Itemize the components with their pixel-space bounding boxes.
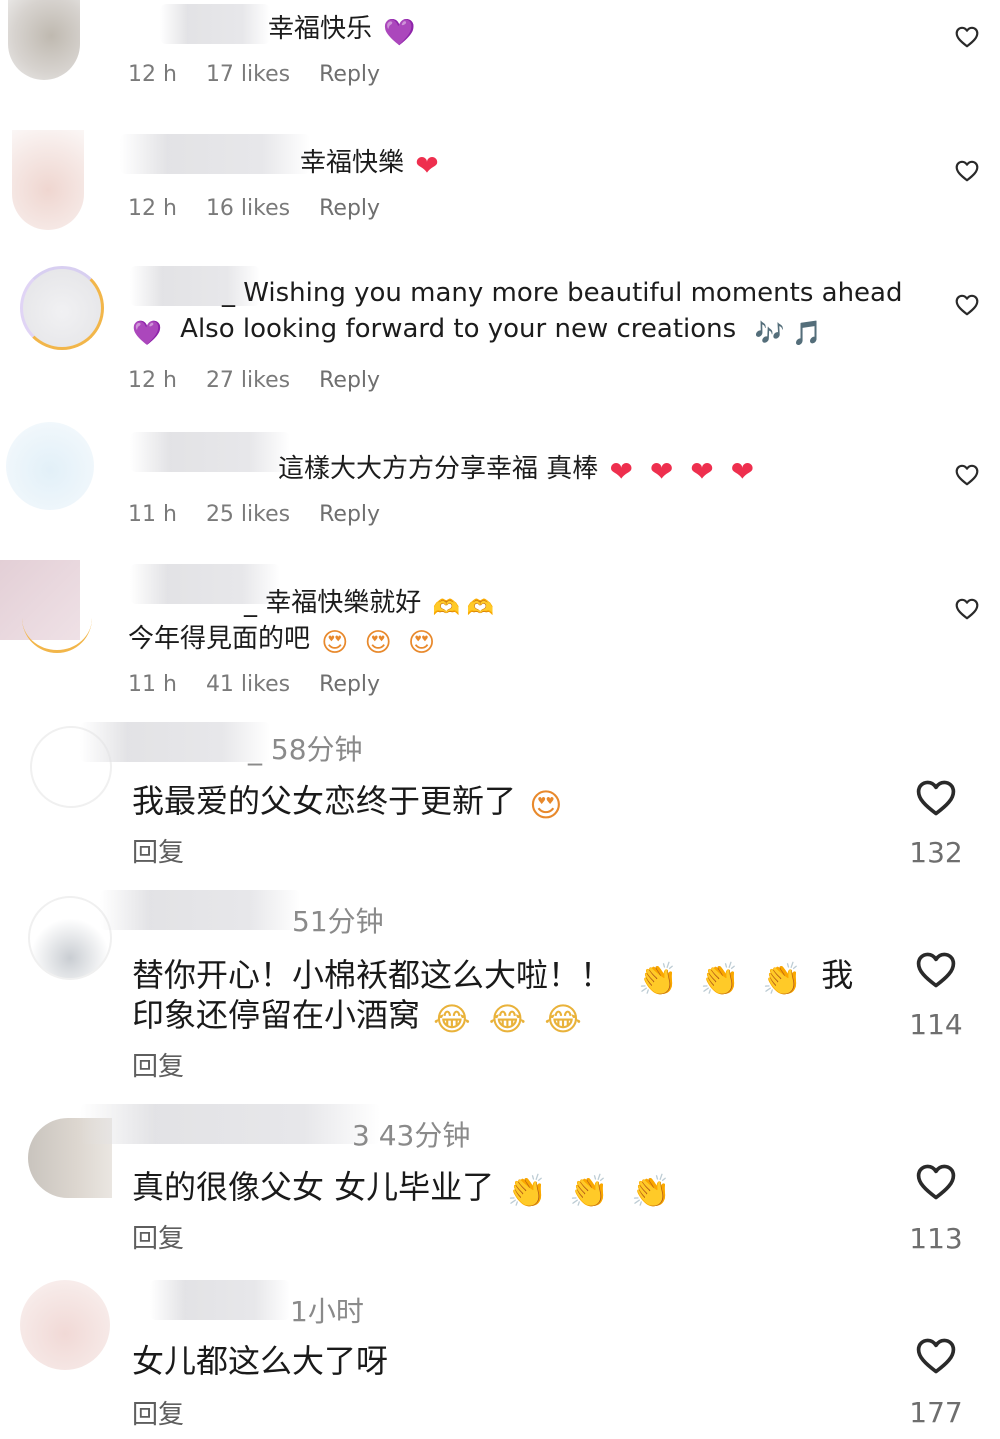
heart-outline-icon[interactable] [954, 158, 980, 184]
heart-outline-icon[interactable] [914, 776, 958, 820]
like-count: 132 [909, 836, 963, 869]
like-count: 177 [909, 1396, 963, 1429]
comment-body: 真的很像父女 女儿毕业了 [132, 1168, 495, 1206]
reply-button[interactable]: Reply [319, 672, 380, 697]
timestamp: 11 h [128, 502, 177, 527]
clapping-hands-emoji: 👏 👏 👏 [507, 1172, 678, 1210]
comment-item: 這樣大大方方分享幸福 真棒 ❤ ❤ ❤ ❤ 11 h 25 likes Repl… [0, 422, 1000, 542]
like-count[interactable]: 17 likes [206, 62, 290, 87]
timestamp: _ 58分钟 [248, 733, 363, 766]
username-blurred[interactable] [120, 134, 310, 174]
avatar[interactable] [12, 130, 84, 230]
comment-text-line2: 💜 Also looking forward to your new creat… [132, 314, 825, 347]
comment-text-line2: 印象还停留在小酒窝 😂 😂 😂 [132, 990, 589, 1038]
like-count[interactable]: 27 likes [206, 368, 290, 393]
reply-button[interactable]: Reply [319, 62, 380, 87]
comment-text: 這樣大大方方分享幸福 真棒 ❤ ❤ ❤ ❤ [278, 448, 761, 488]
heart-outline-icon[interactable] [914, 1334, 958, 1378]
timestamp: 12 h [128, 196, 177, 221]
comment-meta: 11 h 41 likes Reply [128, 672, 402, 697]
comment-text: 我最爱的父女恋终于更新了 😍 [132, 776, 566, 824]
comment-text: 幸福快乐 💜 [268, 8, 419, 48]
heart-eyes-emoji: 😍 [529, 786, 563, 824]
comment-item: _ 幸福快樂就好 🫶 🫶 今年得見面的吧 😍 😍 😍 11 h 41 likes… [0, 560, 1000, 710]
reply-button[interactable]: Reply [319, 196, 380, 221]
comment-meta: 12 h 16 likes Reply [128, 196, 402, 221]
avatar[interactable] [20, 266, 104, 350]
timestamp: 51分钟 [292, 905, 384, 938]
comment-item: _ Wishing you many more beautiful moment… [0, 258, 1000, 408]
comment-text-line1: _ Wishing you many more beautiful moment… [222, 278, 903, 308]
red-heart-emoji: ❤ [415, 149, 439, 182]
comment-item: 1小时 女儿都这么大了呀 回复 177 [0, 1276, 1000, 1439]
comment-body: _ 幸福快樂就好 [244, 588, 422, 618]
comment-text-line2: 今年得見面的吧 😍 😍 😍 [128, 618, 442, 658]
comment-text-line1: _ 幸福快樂就好 🫶 🫶 [244, 582, 497, 621]
like-count[interactable]: 16 likes [206, 196, 290, 221]
comment-body: 我最爱的父女恋终于更新了 [132, 782, 517, 820]
comment-body: 幸福快乐 [268, 14, 373, 44]
avatar-ring [22, 590, 92, 653]
reply-button[interactable]: 回复 [132, 832, 184, 869]
comment-body: 這樣大大方方分享幸福 真棒 [278, 454, 599, 484]
heart-outline-icon[interactable] [914, 1160, 958, 1204]
comment-body: 印象还停留在小酒窝 [132, 996, 421, 1034]
reply-button[interactable]: 回复 [132, 1046, 184, 1083]
comment-item: _ 58分钟 我最爱的父女恋终于更新了 😍 回复 132 [0, 718, 1000, 878]
comment-item: 幸福快乐 💜 12 h 17 likes Reply [0, 0, 1000, 120]
avatar[interactable] [20, 1280, 110, 1370]
heart-eyes-emoji: 😍 😍 😍 [321, 628, 440, 658]
reply-button[interactable]: Reply [319, 368, 380, 393]
username-blurred[interactable] [80, 1104, 380, 1144]
like-count[interactable]: 25 likes [206, 502, 290, 527]
heart-outline-icon[interactable] [954, 462, 980, 488]
comment-text: 真的很像父女 女儿毕业了 👏 👏 👏 [132, 1162, 680, 1210]
red-hearts-emoji: ❤ ❤ ❤ ❤ [609, 455, 759, 488]
comment-body: 替你开心！小棉袄都这么大啦！！ [132, 956, 613, 994]
comment-text: 女儿都这么大了呀 [132, 1342, 389, 1380]
comment-item: 3 43分钟 真的很像父女 女儿毕业了 👏 👏 👏 回复 113 [0, 1100, 1000, 1260]
timestamp: 3 43分钟 [352, 1119, 471, 1152]
timestamp: 12 h [128, 368, 177, 393]
tears-of-joy-emoji: 😂 😂 😂 [433, 1000, 586, 1038]
username-blurred[interactable] [100, 890, 300, 930]
like-count: 114 [909, 1008, 963, 1041]
heart-outline-icon[interactable] [954, 292, 980, 318]
username-blurred[interactable] [160, 4, 270, 44]
comment-meta: 11 h 25 likes Reply [128, 502, 402, 527]
heart-outline-icon[interactable] [914, 948, 958, 992]
like-count: 113 [909, 1222, 963, 1255]
username-blurred[interactable] [80, 722, 270, 762]
comment-body: 今年得見面的吧 [128, 624, 311, 654]
comment-item: 幸福快樂 ❤ 12 h 16 likes Reply [0, 130, 1000, 250]
comment-body-cont: 我 [821, 956, 854, 994]
comment-item: 51分钟 替你开心！小棉袄都这么大啦！！ 👏 👏 👏 我 印象还停留在小酒窝 😂… [0, 888, 1000, 1088]
timestamp: 1小时 [290, 1295, 364, 1328]
comment-body: Also looking forward to your new creatio… [180, 314, 737, 344]
username-blurred[interactable] [150, 1280, 290, 1320]
heart-outline-icon[interactable] [954, 596, 980, 622]
username-blurred[interactable] [130, 432, 290, 472]
music-notes-emoji: 🎶 🎵 [754, 319, 822, 347]
avatar[interactable] [8, 0, 80, 80]
comment-meta: 12 h 27 likes Reply [128, 368, 402, 393]
reply-button[interactable]: Reply [319, 502, 380, 527]
like-count[interactable]: 41 likes [206, 672, 290, 697]
clapping-hands-emoji: 👏 👏 👏 [638, 960, 809, 998]
comment-meta: 12 h 17 likes Reply [128, 62, 402, 87]
avatar[interactable] [6, 422, 94, 510]
reply-button[interactable]: 回复 [132, 1218, 184, 1255]
timestamp: 11 h [128, 672, 177, 697]
heart-outline-icon[interactable] [954, 24, 980, 50]
purple-heart-emoji: 💜 [132, 319, 162, 347]
purple-heart-emoji: 💜 [383, 18, 416, 48]
comment-body: 幸福快樂 [300, 148, 405, 178]
timestamp: 12 h [128, 62, 177, 87]
comment-text: 幸福快樂 ❤ [300, 142, 442, 182]
reply-button[interactable]: 回复 [132, 1394, 184, 1431]
